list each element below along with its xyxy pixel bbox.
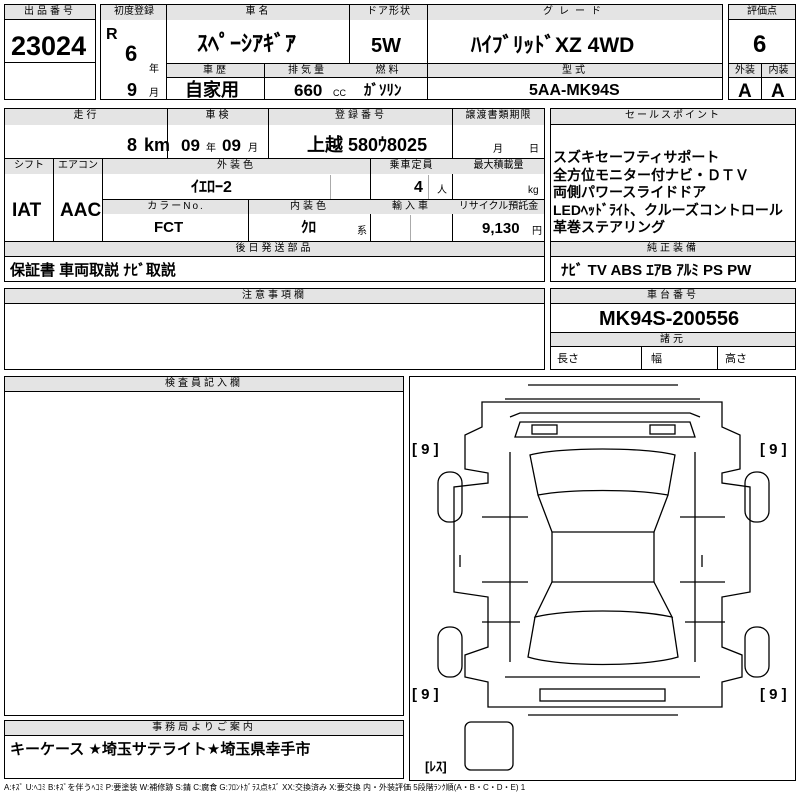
lot-label: 出品番号 <box>5 5 95 20</box>
office-box: 事務局よりご案内 キーケース ★埼玉サテライト★埼玉県幸手市 <box>4 720 404 779</box>
notes-label: 注意事項欄 <box>5 289 544 304</box>
chassis-label: 車台番号 <box>551 289 795 304</box>
lot-box: 出品番号 23024 <box>4 4 96 100</box>
exterior-grade: A <box>738 81 752 102</box>
color-no-value: FCT <box>154 219 184 236</box>
score-box: 評価点 6 外装 内装 A A <box>728 4 796 102</box>
import-label: 輸入車 <box>370 200 453 214</box>
tire-front-right: [ 9 ] <box>760 441 787 458</box>
equipment-value: ﾅﾋﾞ TV ABS ｴｱB ｱﾙﾐ PS PW <box>561 262 752 279</box>
car-diagram <box>437 384 770 771</box>
transfer-docs-label: 譲渡書類期限 <box>453 109 544 125</box>
shift-value: IAT <box>12 200 42 221</box>
car-name: ｽﾍﾟｰｼｱｷﾞｱ <box>197 31 297 56</box>
inspection-label: 車検 <box>168 109 269 125</box>
aircon-value: AAC <box>60 200 102 221</box>
first-reg-year: 6 <box>125 41 138 66</box>
car-name-label: 車名 <box>167 5 350 20</box>
displacement-label: 排気量 <box>265 64 350 78</box>
car-diagram-box: [ 9 ] [ 9 ] [ 9 ] [ 9 ] [ﾚｽ] <box>409 376 796 781</box>
exterior-grade-label: 外装 <box>729 64 761 78</box>
sales-point-line: スズキセーフティサポート <box>553 149 720 165</box>
fuel-label: 燃料 <box>350 64 427 78</box>
top-header-box: 初度登録 車名 ドア形状 グレード R 6 年 9 月 ｽﾍﾟｰｼｱｷﾞｱ 5W… <box>100 4 723 100</box>
sales-point-line: LEDﾍｯﾄﾞﾗｲﾄ、クルーズコントロール <box>553 201 783 218</box>
history-value: 自家用 <box>185 80 239 100</box>
score-value: 6 <box>753 31 767 58</box>
spec-length: 長さ <box>557 353 579 365</box>
registration-label: 登録番号 <box>269 109 453 125</box>
color-no-label: カラーNo. <box>103 200 249 214</box>
sales-points-box: セールスポイント スズキセーフティサポート 全方位モニター付ナビ・ＤＴＶ 両側パ… <box>550 108 796 282</box>
sales-point-line: 両側パワースライドドア <box>553 184 707 200</box>
history-label: 車歴 <box>167 64 265 78</box>
capacity-label: 乗車定員 <box>370 159 453 174</box>
model-value: 5AA-MK94S <box>529 82 620 99</box>
equipment-label: 純正装備 <box>551 242 795 257</box>
later-parts-value: 保証書 車両取説 ﾅﾋﾞ取説 <box>10 262 176 279</box>
sales-point-line: 革巻ステアリング <box>553 219 665 235</box>
office-label: 事務局よりご案内 <box>5 721 403 736</box>
aircon-label: エアコン <box>54 159 102 174</box>
recycle-value: 9,130 <box>482 220 520 237</box>
door-label: ドア形状 <box>350 5 428 20</box>
mileage-value: 8 <box>127 135 138 155</box>
first-reg-label: 初度登録 <box>101 5 167 20</box>
grade-value: ﾊｲﾌﾞﾘｯﾄﾞXZ 4WD <box>471 34 635 57</box>
era-mark: R <box>106 26 118 43</box>
score-label: 評価点 <box>729 5 795 20</box>
ext-color-value: ｲｴﾛｰ2 <box>191 179 232 196</box>
sales-point-line: 全方位モニター付ナビ・ＤＴＶ <box>553 166 749 183</box>
grade-label: グレード <box>428 5 722 20</box>
chassis-box: 車台番号 MK94S-200556 諸元 長さ 幅 高さ <box>550 288 796 370</box>
spec-width: 幅 <box>651 353 662 365</box>
chassis-number: MK94S-200556 <box>599 308 740 330</box>
tire-rear-right: [ 9 ] <box>760 686 787 703</box>
spec-height: 高さ <box>725 353 747 365</box>
model-label: 型式 <box>428 64 722 78</box>
displacement-value: 660 <box>294 81 323 100</box>
tire-front-left: [ 9 ] <box>412 441 439 458</box>
recycle-label: リサイクル預託金 <box>453 200 544 214</box>
max-load-label: 最大積載量 <box>453 159 544 174</box>
inspection-month: 09 <box>222 136 241 155</box>
later-parts-label: 後日発送部品 <box>5 242 544 257</box>
int-color-label: 内装色 <box>249 200 370 214</box>
notes-box: 注意事項欄 <box>4 288 545 370</box>
interior-grade-label: 内装 <box>762 64 795 78</box>
specs-label: 諸元 <box>551 333 795 347</box>
ext-color-label: 外装色 <box>103 159 370 174</box>
spare-tire: [ﾚｽ] <box>425 759 447 774</box>
fuel-value: ｶﾞｿﾘﾝ <box>364 82 402 99</box>
inspection-year: 09 <box>181 136 200 155</box>
registration-number: 上越 580ｳ8025 <box>307 135 428 155</box>
legend-line: A:ｷｽﾞ U:ﾍｺﾐ B:ｷｽﾞを伴うﾍｺﾐ P:要塗装 W:補修跡 S:錆 … <box>4 783 526 792</box>
door-type: 5W <box>371 35 401 57</box>
capacity-value: 4 <box>414 179 423 196</box>
inspector-label: 検査員記入欄 <box>5 377 403 392</box>
sales-points-label: セールスポイント <box>551 109 795 125</box>
office-value: キーケース ★埼玉サテライト★埼玉県幸手市 <box>10 741 311 758</box>
mileage-label: 走行 <box>5 109 168 125</box>
details-grid: 走行 車検 登録番号 譲渡書類期限 8 km 09 年 09 月 上越 580ｳ… <box>4 108 545 282</box>
sales-points-list: スズキセーフティサポート 全方位モニター付ナビ・ＤＴＶ 両側パワースライドドア … <box>553 149 783 237</box>
interior-grade: A <box>771 81 785 102</box>
shift-label: シフト <box>5 159 53 174</box>
tire-rear-left: [ 9 ] <box>412 686 439 703</box>
int-color-value: ｸﾛ <box>301 219 317 236</box>
inspector-box: 検査員記入欄 <box>4 376 404 716</box>
first-reg-month: 9 <box>127 80 138 100</box>
lot-number: 23024 <box>11 31 87 61</box>
